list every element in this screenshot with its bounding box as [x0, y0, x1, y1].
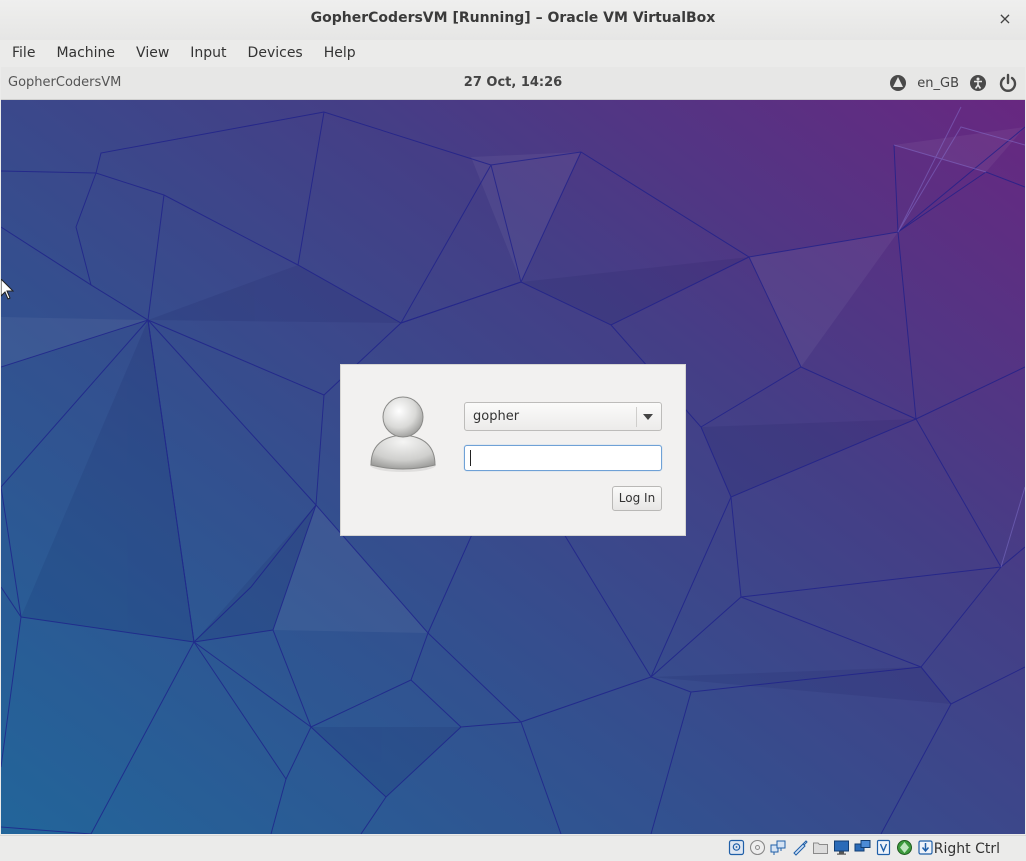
hard-disk-icon[interactable] [728, 839, 745, 856]
menu-input[interactable]: Input [181, 40, 235, 66]
accessibility-icon[interactable] [967, 72, 989, 94]
status-icons [724, 839, 934, 856]
user-select[interactable]: gopher [464, 402, 662, 431]
shared-folders-icon[interactable] [812, 839, 829, 856]
guest-top-panel: GopherCodersVM 27 Oct, 14:26 en_GB [1, 67, 1025, 100]
menu-help[interactable]: Help [315, 40, 365, 66]
mouse-integration-icon[interactable] [896, 839, 913, 856]
menu-view[interactable]: View [127, 40, 178, 66]
status-bar: Right Ctrl [0, 835, 1026, 861]
chevron-down-icon [643, 414, 653, 420]
menu-machine[interactable]: Machine [47, 40, 124, 66]
network-icon[interactable] [887, 72, 909, 94]
selected-user: gopher [473, 409, 520, 424]
display-icon[interactable] [833, 839, 850, 856]
login-dialog: gopher Log In [340, 364, 686, 536]
usb-icon[interactable] [791, 839, 808, 856]
password-input[interactable] [464, 445, 662, 471]
close-button[interactable]: × [996, 9, 1014, 29]
video-capture-icon[interactable] [875, 839, 892, 856]
network-adapter-icon[interactable] [854, 839, 871, 856]
menu-file[interactable]: File [3, 40, 44, 66]
title-bar[interactable]: GopherCodersVM [Running] – Oracle VM Vir… [0, 0, 1026, 41]
language-indicator[interactable]: en_GB [917, 76, 959, 91]
menu-bar: File Machine View Input Devices Help [0, 40, 1026, 66]
keyboard-capture-icon[interactable] [917, 839, 934, 856]
guest-clock[interactable]: 27 Oct, 14:26 [1, 75, 1025, 90]
menu-devices[interactable]: Devices [239, 40, 312, 66]
power-icon[interactable] [997, 72, 1019, 94]
audio-icon[interactable] [770, 839, 787, 856]
user-avatar-icon [370, 396, 436, 472]
panel-indicators: en_GB [879, 71, 1019, 95]
optical-drive-icon[interactable] [749, 839, 766, 856]
login-button[interactable]: Log In [612, 486, 662, 511]
guest-display[interactable]: GopherCodersVM 27 Oct, 14:26 en_GB gophe… [1, 67, 1025, 834]
window-title: GopherCodersVM [Running] – Oracle VM Vir… [310, 10, 716, 26]
text-caret [470, 450, 471, 466]
virtualbox-window: GopherCodersVM [Running] – Oracle VM Vir… [0, 0, 1026, 861]
select-divider [636, 407, 637, 427]
host-key-label: Right Ctrl [933, 841, 1000, 857]
mouse-pointer-icon [1, 279, 15, 300]
